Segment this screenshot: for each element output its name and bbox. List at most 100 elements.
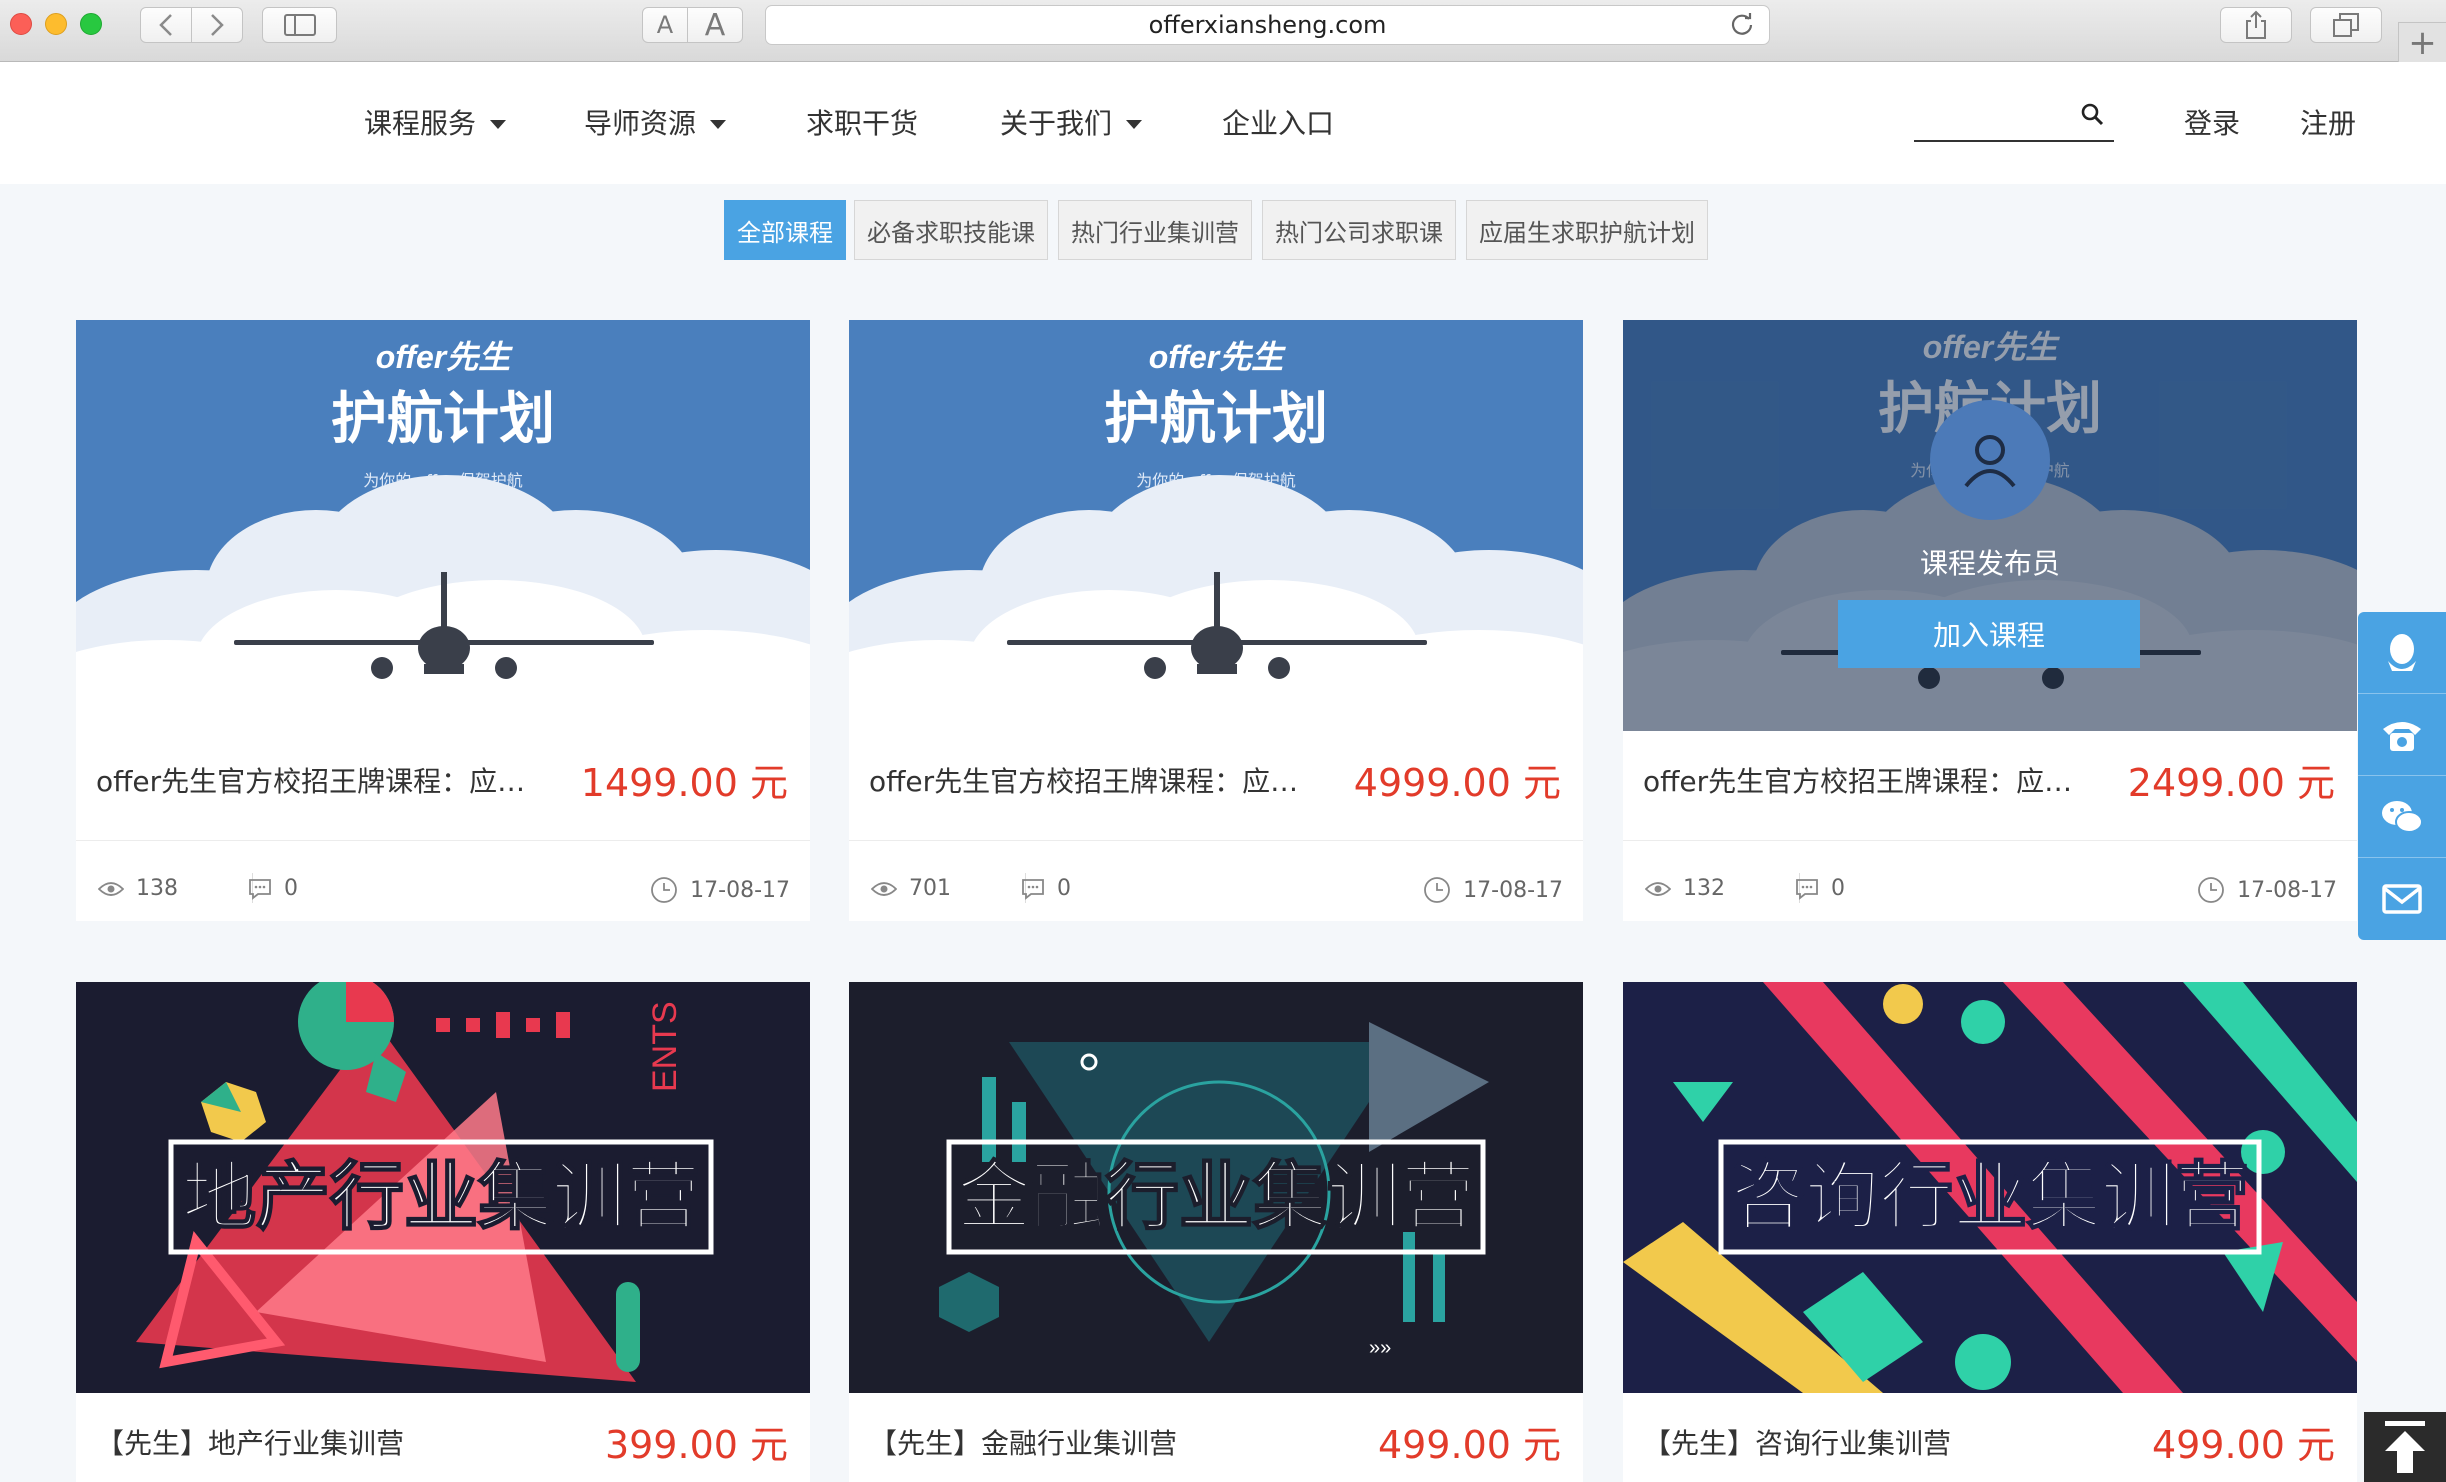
- address-bar[interactable]: offerxiansheng.com: [765, 5, 1770, 45]
- search-input[interactable]: [1914, 94, 2074, 138]
- camp-banner-title: 咨询行业集训营: [1731, 1154, 2249, 1240]
- reload-icon[interactable]: [1729, 12, 1755, 38]
- publish-date: 17-08-17: [2237, 877, 2337, 903]
- sidebar-icon: [283, 14, 316, 36]
- course-title[interactable]: offer先生官方校招王牌课程：应…: [1643, 760, 2113, 800]
- nav-label: 企业入口: [1222, 107, 1335, 140]
- avatar[interactable]: [1930, 400, 2050, 520]
- search-icon[interactable]: [2080, 102, 2106, 128]
- banner-headline: 护航计划: [331, 387, 555, 452]
- user-icon: [1964, 435, 2016, 488]
- floating-contact-bar: [2358, 612, 2446, 940]
- banner-logo: offer先生: [376, 339, 514, 375]
- clock-icon: [2198, 877, 2225, 903]
- comment-icon: [1796, 878, 1818, 900]
- tab-industry-camps[interactable]: 热门行业集训营: [1058, 200, 1252, 260]
- search-box: [1914, 94, 2114, 142]
- clock-icon: [651, 877, 678, 903]
- finance-camp-banner: »» 金融行业集训营: [849, 982, 1583, 1393]
- banner-headline: 护航计划: [1104, 387, 1328, 452]
- real-estate-camp-banner: ENTS 地产行业集训营: [76, 982, 810, 1393]
- close-window-button[interactable]: [10, 13, 32, 35]
- new-tab-button[interactable]: +: [2398, 22, 2446, 63]
- tab-company-courses[interactable]: 热门公司求职课: [1262, 200, 1456, 260]
- qq-contact-button[interactable]: [2358, 612, 2446, 694]
- mail-icon: [2382, 884, 2422, 914]
- back-to-top-button[interactable]: [2364, 1412, 2446, 1482]
- decrease-text-size-button[interactable]: A: [642, 7, 688, 43]
- course-title[interactable]: 【先生】金融行业集训营: [869, 1422, 1339, 1462]
- course-price: 4999.00 元: [1353, 761, 1561, 805]
- eye-icon: [1645, 881, 1671, 896]
- course-card[interactable]: offer先生 护航计划 为你的 offer 保驾护航 offer先生官方校招王…: [849, 320, 1583, 921]
- chevron-right-icon: [211, 14, 224, 36]
- zoom-window-button[interactable]: [80, 13, 102, 35]
- email-contact-button[interactable]: [2358, 858, 2446, 940]
- date-stat: 17-08-17: [1423, 876, 1563, 904]
- course-thumbnail[interactable]: offer先生 护航计划 为你的 offer 保驾护航 课程发布员 加入课程: [1623, 320, 2357, 731]
- views-count: 132: [1683, 876, 1725, 901]
- share-icon: [2246, 10, 2266, 39]
- increase-text-size-button[interactable]: A: [687, 7, 743, 43]
- views-count: 138: [136, 876, 178, 901]
- course-title[interactable]: offer先生官方校招王牌课程：应…: [869, 760, 1339, 800]
- date-stat: 17-08-17: [650, 876, 790, 904]
- card-divider: [76, 840, 810, 841]
- nav-mentor-resources[interactable]: 导师资源: [584, 102, 727, 142]
- course-thumbnail[interactable]: »» 金融行业集训营: [849, 982, 1583, 1393]
- views-stat: 138: [98, 876, 178, 901]
- nav-enterprise-entry[interactable]: 企业入口: [1222, 102, 1334, 142]
- course-title[interactable]: offer先生官方校招王牌课程：应…: [96, 760, 566, 800]
- login-link[interactable]: 登录: [2184, 102, 2240, 142]
- phone-contact-button[interactable]: [2358, 694, 2446, 776]
- course-card[interactable]: »» 金融行业集训营 【先生】金融行业集训营 499.00 元: [849, 982, 1583, 1482]
- tab-all-courses[interactable]: 全部课程: [724, 200, 846, 260]
- browser-toolbar: A A offerxiansheng.com +: [0, 0, 2446, 63]
- course-thumbnail[interactable]: offer先生 护航计划 为你的 offer 保驾护航: [76, 320, 810, 731]
- course-thumbnail[interactable]: ENTS 地产行业集训营: [76, 982, 810, 1393]
- course-hover-overlay: 课程发布员 加入课程: [1623, 320, 2357, 731]
- tabs-icon: [2333, 13, 2359, 37]
- course-title[interactable]: 【先生】地产行业集训营: [96, 1422, 566, 1462]
- nav-about-us[interactable]: 关于我们: [1000, 102, 1143, 142]
- views-stat: 132: [1645, 876, 1725, 901]
- tab-graduate-escort[interactable]: 应届生求职护航计划: [1466, 200, 1708, 260]
- join-course-button[interactable]: 加入课程: [1838, 600, 2140, 668]
- tab-essential-skills[interactable]: 必备求职技能课: [854, 200, 1048, 260]
- course-title[interactable]: 【先生】咨询行业集训营: [1643, 1422, 2113, 1462]
- svg-text:ENTS: ENTS: [646, 1001, 684, 1092]
- course-price: 1499.00 元: [580, 761, 788, 805]
- caret-down-icon: [710, 119, 727, 129]
- course-card[interactable]: ENTS 地产行业集训营 【先生】地产行业集训营 399.00 元: [76, 982, 810, 1482]
- course-card[interactable]: offer先生 护航计划 为你的 offer 保驾护航 课程发布员 加入课程: [1623, 320, 2357, 921]
- publisher-name[interactable]: 课程发布员: [1623, 542, 2357, 582]
- wechat-contact-button[interactable]: [2358, 776, 2446, 858]
- chevron-left-icon: [159, 14, 172, 36]
- nav-job-tips[interactable]: 求职干货: [806, 102, 918, 142]
- share-button[interactable]: [2220, 7, 2292, 43]
- comments-count: 0: [284, 876, 298, 901]
- sidebar-toggle-button[interactable]: [262, 7, 337, 43]
- clock-icon: [1424, 877, 1451, 903]
- camp-banner-title: 金融行业集训营: [957, 1154, 1475, 1240]
- banner-logo: offer先生: [1149, 339, 1287, 375]
- course-thumbnail[interactable]: 咨询行业集训营: [1623, 982, 2357, 1393]
- forward-button[interactable]: [191, 7, 243, 43]
- url-text: offerxiansheng.com: [1148, 11, 1387, 39]
- minimize-window-button[interactable]: [45, 13, 67, 35]
- nav-label: 求职干货: [806, 107, 919, 140]
- course-card[interactable]: 咨询行业集训营 【先生】咨询行业集训营 499.00 元: [1623, 982, 2357, 1482]
- camp-banner-title: 地产行业集训营: [182, 1154, 700, 1240]
- course-price: 499.00 元: [2151, 1423, 2335, 1467]
- publish-date: 17-08-17: [690, 877, 790, 903]
- views-count: 701: [909, 876, 951, 901]
- course-card[interactable]: offer先生 护航计划 为你的 offer 保驾护航 offer先生官方校招王…: [76, 320, 810, 921]
- show-tabs-button[interactable]: [2310, 7, 2382, 43]
- svg-text:»»: »»: [1369, 1337, 1391, 1359]
- course-thumbnail[interactable]: offer先生 护航计划 为你的 offer 保驾护航: [849, 320, 1583, 731]
- register-link[interactable]: 注册: [2300, 102, 2356, 142]
- phone-icon: [2383, 721, 2421, 751]
- consulting-camp-banner: 咨询行业集训营: [1623, 982, 2357, 1393]
- nav-course-services[interactable]: 课程服务: [364, 102, 507, 142]
- back-button[interactable]: [140, 7, 192, 43]
